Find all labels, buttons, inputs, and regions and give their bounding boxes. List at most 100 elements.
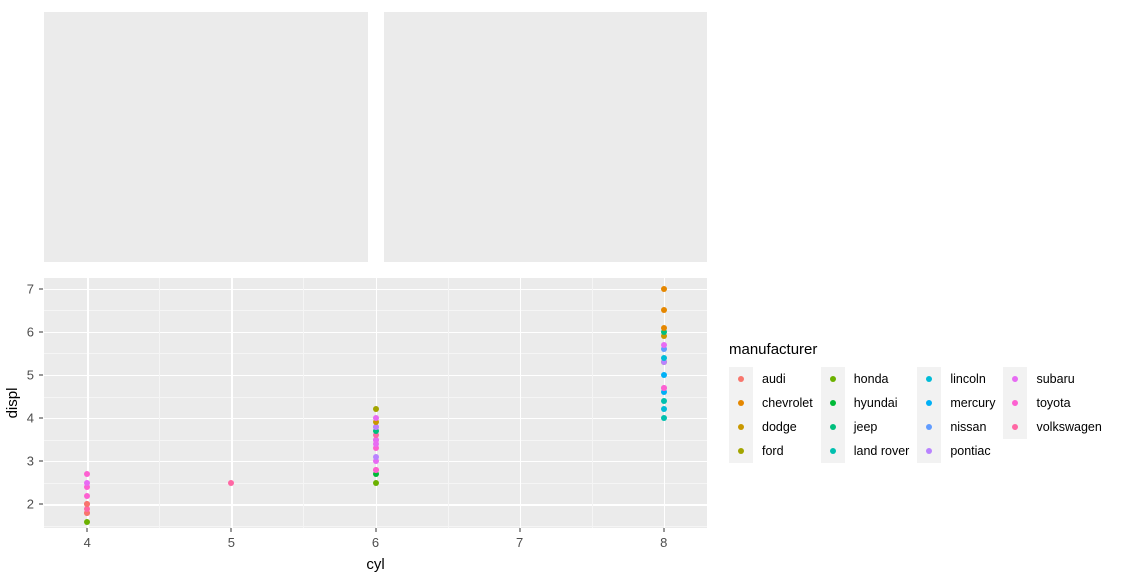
data-point (660, 341, 667, 348)
y-tick-mark (39, 288, 43, 290)
legend-item-label: pontiac (950, 444, 991, 458)
legend-item-mercury[interactable]: mercury (917, 391, 995, 415)
legend-key-swatch (729, 439, 753, 463)
legend-title: manufacturer (729, 341, 818, 358)
legend-item-label: volkswagen (1036, 420, 1102, 434)
legend-columns: audi chevrolet dodge ford honda hyundai jeep la… (729, 367, 1110, 463)
legend-column: subaru toyota volkswagen (1003, 367, 1102, 439)
y-tick-label: 6 (26, 324, 34, 340)
legend-key-dot-icon (1012, 424, 1019, 430)
data-point (84, 518, 91, 525)
y-tick-mark (39, 374, 43, 376)
legend-key-swatch (1003, 415, 1028, 439)
legend-item-ford[interactable]: ford (729, 439, 813, 463)
data-point (660, 285, 667, 292)
legend-key-dot-icon (926, 376, 933, 382)
gridline-minor-vertical (303, 278, 305, 528)
legend-key-swatch (820, 367, 845, 391)
x-tick-mark (230, 528, 232, 532)
data-point (660, 371, 667, 378)
legend-item-dodge[interactable]: dodge (729, 415, 813, 439)
data-point (660, 384, 667, 391)
data-point (84, 471, 91, 478)
data-point (372, 479, 379, 486)
legend-key-dot-icon (926, 424, 933, 430)
legend-item-hyundai[interactable]: hyundai (820, 391, 910, 415)
gridline-major-vertical (519, 278, 521, 528)
y-axis-title: displ (4, 387, 21, 419)
legend-item-label: toyota (1036, 396, 1071, 410)
legend-item-label: dodge (762, 420, 797, 434)
gridline-minor-vertical (447, 278, 449, 528)
legend-key-swatch (729, 367, 753, 391)
data-point (660, 415, 667, 422)
legend-item-chevrolet[interactable]: chevrolet (729, 391, 813, 415)
legend-item-label: chevrolet (762, 396, 813, 410)
y-tick-label: 7 (26, 281, 34, 297)
x-tick-label: 7 (516, 535, 524, 550)
legend-key-dot-icon (738, 448, 744, 454)
scatter-plot-panel (44, 278, 707, 528)
legend-column: audi chevrolet dodge ford (729, 367, 813, 463)
legend-item-label: lincoln (950, 372, 986, 386)
y-tick-label: 3 (26, 453, 34, 469)
data-point (660, 406, 667, 413)
legend-item-lincoln[interactable]: lincoln (917, 367, 995, 391)
data-point (228, 479, 235, 486)
legend-key-swatch (820, 439, 845, 463)
legend-key-swatch (820, 391, 845, 415)
legend-item-label: honda (853, 372, 889, 386)
legend-key-swatch (1003, 367, 1028, 391)
x-tick-label: 8 (660, 535, 668, 550)
data-point (372, 406, 379, 413)
legend-key-swatch (820, 415, 845, 439)
data-point (84, 501, 91, 508)
legend-key-dot-icon (738, 424, 744, 430)
gridline-major-vertical (87, 278, 89, 528)
legend-key-dot-icon (1012, 376, 1019, 382)
legend-key-swatch (1003, 391, 1028, 415)
legend-item-label: land rover (853, 444, 910, 458)
legend-item-land-rover[interactable]: land rover (820, 439, 910, 463)
legend-column: lincoln mercury nissan pontiac (917, 367, 995, 463)
x-tick-label: 6 (371, 535, 380, 550)
legend-key-swatch (917, 439, 942, 463)
legend-item-label: audi (762, 372, 786, 386)
x-tick-label: 5 (227, 535, 235, 550)
legend-item-honda[interactable]: honda (820, 367, 910, 391)
legend-key-dot-icon (738, 400, 744, 406)
legend-key-swatch (917, 415, 942, 439)
data-point (84, 492, 91, 499)
gridline-major-vertical (375, 278, 377, 528)
legend-key-swatch (917, 391, 942, 415)
legend-item-volkswagen[interactable]: volkswagen (1003, 415, 1102, 439)
legend-key-dot-icon (829, 400, 836, 406)
y-tick-label: 2 (26, 496, 34, 512)
data-point (660, 354, 667, 361)
x-tick-mark (86, 528, 88, 532)
x-tick-mark (519, 528, 521, 532)
data-point (660, 307, 667, 314)
legend-item-label: jeep (853, 420, 878, 434)
empty-plot-panel-right (384, 12, 707, 262)
legend-item-pontiac[interactable]: pontiac (917, 439, 995, 463)
x-tick-label: 4 (83, 535, 91, 550)
legend-key-dot-icon (926, 400, 933, 406)
legend-item-subaru[interactable]: subaru (1003, 367, 1101, 391)
y-tick-mark (39, 331, 43, 333)
legend-item-label: ford (762, 444, 784, 458)
data-point (84, 479, 91, 486)
legend-key-dot-icon (829, 424, 836, 430)
legend-item-jeep[interactable]: jeep (820, 415, 910, 439)
legend-key-dot-icon (738, 376, 744, 382)
data-point (372, 453, 379, 460)
legend-item-audi[interactable]: audi (729, 367, 813, 391)
legend: manufacturer audi chevrolet dodge ford honda… (729, 341, 1110, 463)
legend-key-swatch (729, 415, 753, 439)
gridline-minor-vertical (159, 278, 160, 528)
legend-item-nissan[interactable]: nissan (917, 415, 995, 439)
legend-item-toyota[interactable]: toyota (1003, 391, 1101, 415)
data-point (660, 397, 667, 404)
x-tick-mark (663, 528, 665, 532)
legend-key-dot-icon (829, 448, 836, 454)
